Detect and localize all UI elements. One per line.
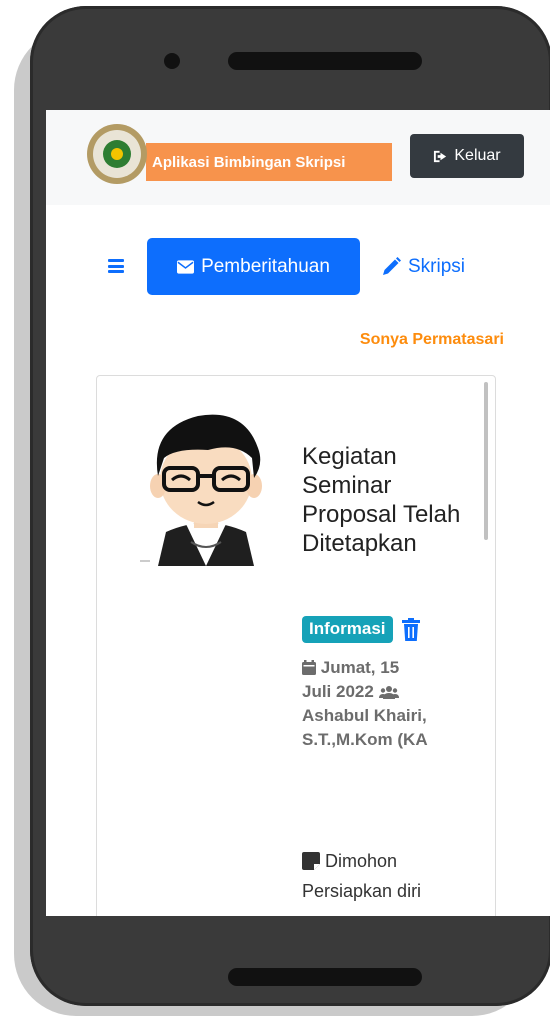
trash-icon[interactable] — [401, 617, 421, 642]
menu-row: Pemberitahuan Skripsi — [46, 238, 550, 296]
user-avatar — [150, 414, 262, 566]
skripsi-link[interactable]: Skripsi — [380, 238, 465, 295]
app-brand-title[interactable]: Aplikasi Bimbingan Skripsi — [146, 143, 392, 181]
notification-sender: Ashabul Khairi, S.T.,M.Kom (KA — [302, 706, 428, 749]
badge-row: Informasi — [302, 616, 421, 643]
sticky-note-icon — [302, 852, 320, 870]
sign-out-icon — [434, 150, 447, 162]
phone-home-bar — [228, 968, 422, 986]
envelope-icon — [177, 259, 195, 274]
card-scrollbar[interactable] — [484, 382, 488, 540]
skripsi-label: Skripsi — [408, 255, 466, 277]
category-badge: Informasi — [302, 616, 393, 643]
logged-in-user-name: Sonya Permatasari — [359, 331, 504, 348]
users-icon — [378, 686, 399, 699]
notification-meta: Jumat, 15 Juli 2022 Ashabul Khairi, S.T.… — [302, 656, 432, 752]
notification-button[interactable]: Pemberitahuan — [147, 238, 360, 295]
phone-camera — [164, 53, 180, 69]
hamburger-icon[interactable] — [108, 259, 124, 273]
logout-button[interactable]: Keluar — [410, 134, 524, 178]
logout-label: Keluar — [454, 147, 501, 164]
calendar-icon — [302, 660, 316, 675]
top-navbar: Aplikasi Bimbingan Skripsi Keluar — [46, 110, 550, 205]
avatar-divider — [140, 560, 150, 562]
pencil-icon — [383, 256, 401, 275]
app-screen: Aplikasi Bimbingan Skripsi Keluar Pember… — [46, 110, 550, 916]
university-logo[interactable] — [87, 124, 147, 184]
phone-speaker — [228, 52, 422, 70]
message-text: Dimohon Persiapkan diri — [302, 851, 422, 901]
notification-message: Dimohon Persiapkan diri — [302, 846, 462, 906]
notification-title: Kegiatan Seminar Proposal Telah Ditetapk… — [302, 443, 461, 557]
notification-label: Pemberitahuan — [201, 255, 330, 277]
